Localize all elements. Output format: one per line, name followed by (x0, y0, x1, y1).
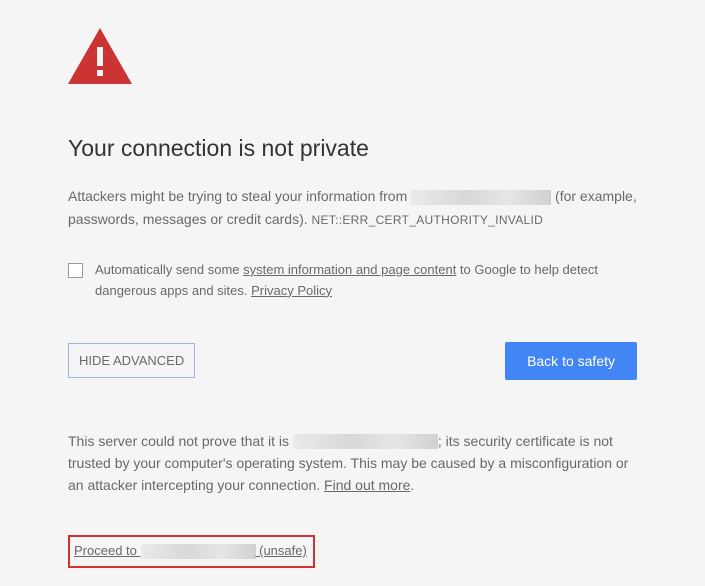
privacy-policy-link[interactable]: Privacy Policy (251, 283, 332, 298)
redacted-hostname-2 (293, 434, 438, 449)
find-out-more-link[interactable]: Find out more (324, 477, 410, 493)
opt-in-before: Automatically send some (95, 262, 243, 277)
page-title: Your connection is not private (68, 130, 637, 167)
intro-paragraph: Attackers might be trying to steal your … (68, 185, 637, 230)
back-to-safety-button[interactable]: Back to safety (505, 342, 637, 380)
intro-prefix: Attackers might be trying to steal your … (68, 188, 411, 204)
warning-icon (68, 28, 637, 90)
advanced-before: This server could not prove that it is (68, 433, 293, 449)
opt-in-checkbox[interactable] (68, 263, 83, 278)
proceed-highlight: Proceed to (unsafe) (68, 535, 315, 568)
advanced-period: . (410, 477, 414, 493)
opt-in-row: Automatically send some system informati… (68, 260, 637, 302)
proceed-prefix: Proceed to (74, 543, 141, 558)
opt-in-text: Automatically send some system informati… (95, 260, 637, 302)
hide-advanced-button[interactable]: HIDE ADVANCED (68, 343, 195, 378)
button-row: HIDE ADVANCED Back to safety (68, 342, 637, 380)
proceed-suffix: (unsafe) (256, 543, 307, 558)
redacted-hostname-3 (141, 544, 256, 559)
system-info-link[interactable]: system information and page content (243, 262, 456, 277)
advanced-section: This server could not prove that it is ;… (68, 430, 637, 568)
error-code: NET::ERR_CERT_AUTHORITY_INVALID (312, 213, 544, 227)
advanced-paragraph: This server could not prove that it is ;… (68, 430, 637, 497)
redacted-hostname (411, 190, 551, 205)
proceed-link[interactable]: Proceed to (unsafe) (74, 543, 307, 558)
